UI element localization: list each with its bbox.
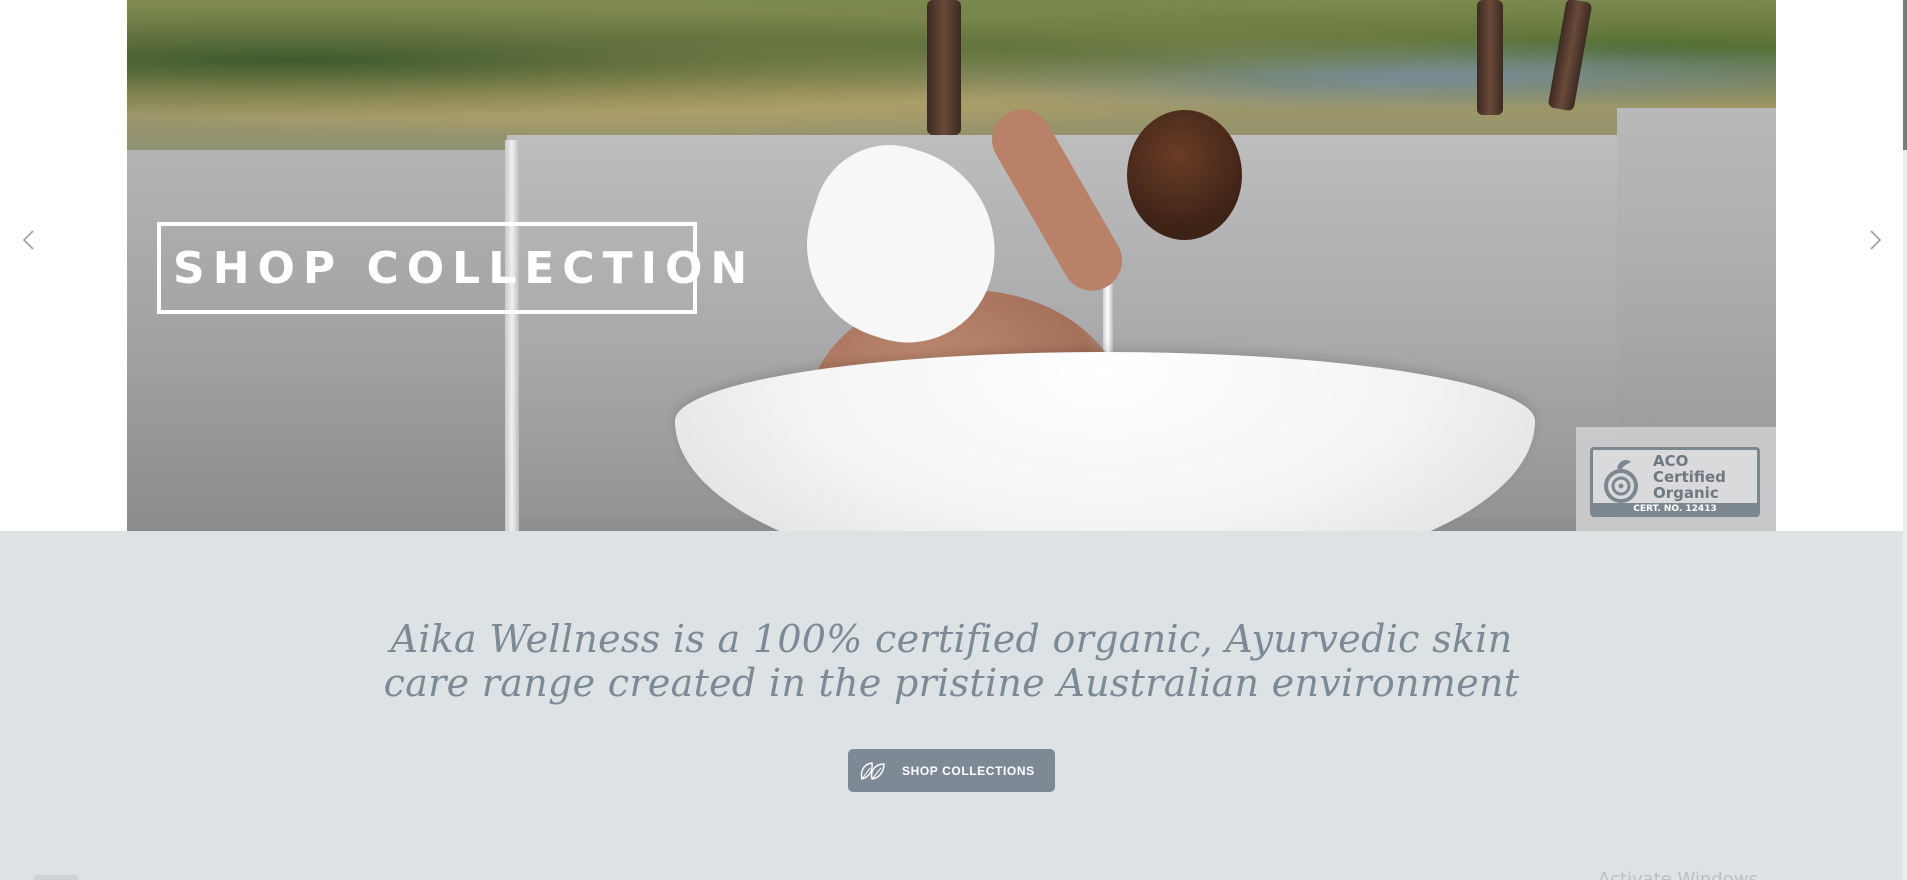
tree-trunk [927,0,961,135]
hero-slide-image[interactable]: SHOP COLLECTION ACO Certified Organic CE… [127,0,1776,531]
cert-text-line3: Organic [1653,484,1719,502]
page-scrollbar[interactable] [1903,0,1907,880]
partial-element [34,875,78,880]
tagline-line-2: care range created in the pristine Austr… [383,661,1520,705]
glass-post [505,140,519,531]
brand-tagline: Aika Wellness is a 100% certified organi… [0,617,1903,705]
chevron-right-icon[interactable] [1860,225,1890,255]
hero-slider: SHOP COLLECTION ACO Certified Organic CE… [0,0,1903,531]
shop-collections-button[interactable]: SHOP COLLECTIONS [848,749,1055,792]
tree-trunk [1477,0,1503,115]
cert-number: CERT. NO. 12413 [1593,503,1757,515]
chevron-left-icon[interactable] [14,225,44,255]
bathtub [675,352,1535,531]
certification-badge: ACO Certified Organic CERT. NO. 12413 [1576,427,1776,531]
activate-windows-watermark: Activate Windows [1598,869,1758,880]
intro-section: Aika Wellness is a 100% certified organi… [0,531,1903,880]
shop-collection-banner[interactable]: SHOP COLLECTION [157,222,747,314]
page: SHOP COLLECTION ACO Certified Organic CE… [0,0,1907,880]
cert-text-line2: Certified [1653,468,1726,486]
cert-text-line1: ACO [1653,452,1689,470]
banner-headline: SHOP COLLECTION [173,242,756,294]
model-head [1127,110,1242,240]
concrete-wall [127,150,507,531]
organic-swirl-icon [1604,460,1638,503]
leaf-icon [860,761,885,780]
shop-collections-label: SHOP COLLECTIONS [902,763,1035,778]
scrollbar-thumb[interactable] [1903,0,1907,150]
tagline-line-1: Aika Wellness is a 100% certified organi… [390,617,1513,661]
aco-logo: ACO Certified Organic CERT. NO. 12413 [1590,447,1760,517]
